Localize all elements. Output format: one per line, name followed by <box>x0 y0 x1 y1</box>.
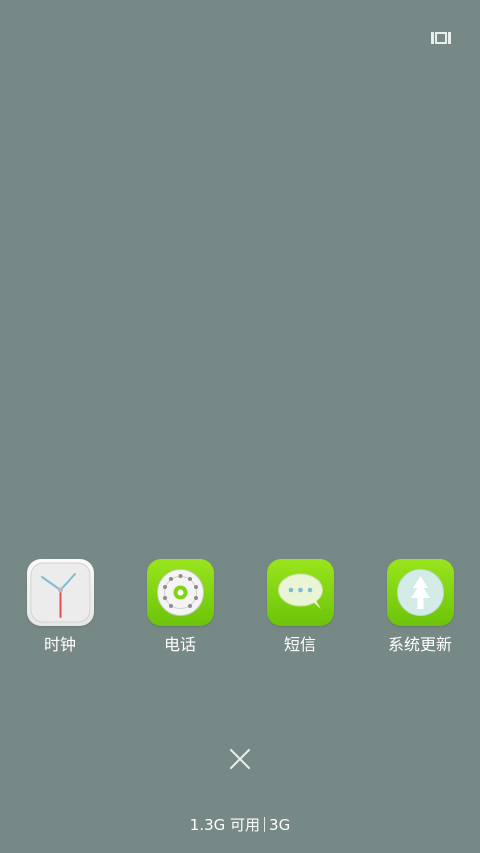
app-label: 时钟 <box>43 635 76 654</box>
app-messages[interactable]: 短信 <box>250 559 350 659</box>
phone-dial-icon <box>146 559 214 626</box>
app-label: 系统更新 <box>387 635 452 654</box>
storage-available: 1.3G 可用 <box>189 816 261 834</box>
message-bubble-icon <box>266 559 334 626</box>
recent-apps-row: 时钟 电话 短信 系统更新 <box>0 559 480 659</box>
storage-info: 1.3G 可用 3G <box>0 815 480 835</box>
clock-icon <box>26 559 94 626</box>
close-icon[interactable] <box>228 747 252 771</box>
app-label: 短信 <box>283 635 316 654</box>
network-type: 3G <box>269 816 291 834</box>
app-clock[interactable]: 时钟 <box>10 559 110 659</box>
app-system-update[interactable]: 系统更新 <box>370 559 470 659</box>
app-phone[interactable]: 电话 <box>130 559 230 659</box>
separator <box>264 817 266 832</box>
multitask-icon[interactable] <box>431 30 451 46</box>
app-label: 电话 <box>163 635 196 654</box>
system-update-icon <box>386 559 454 626</box>
